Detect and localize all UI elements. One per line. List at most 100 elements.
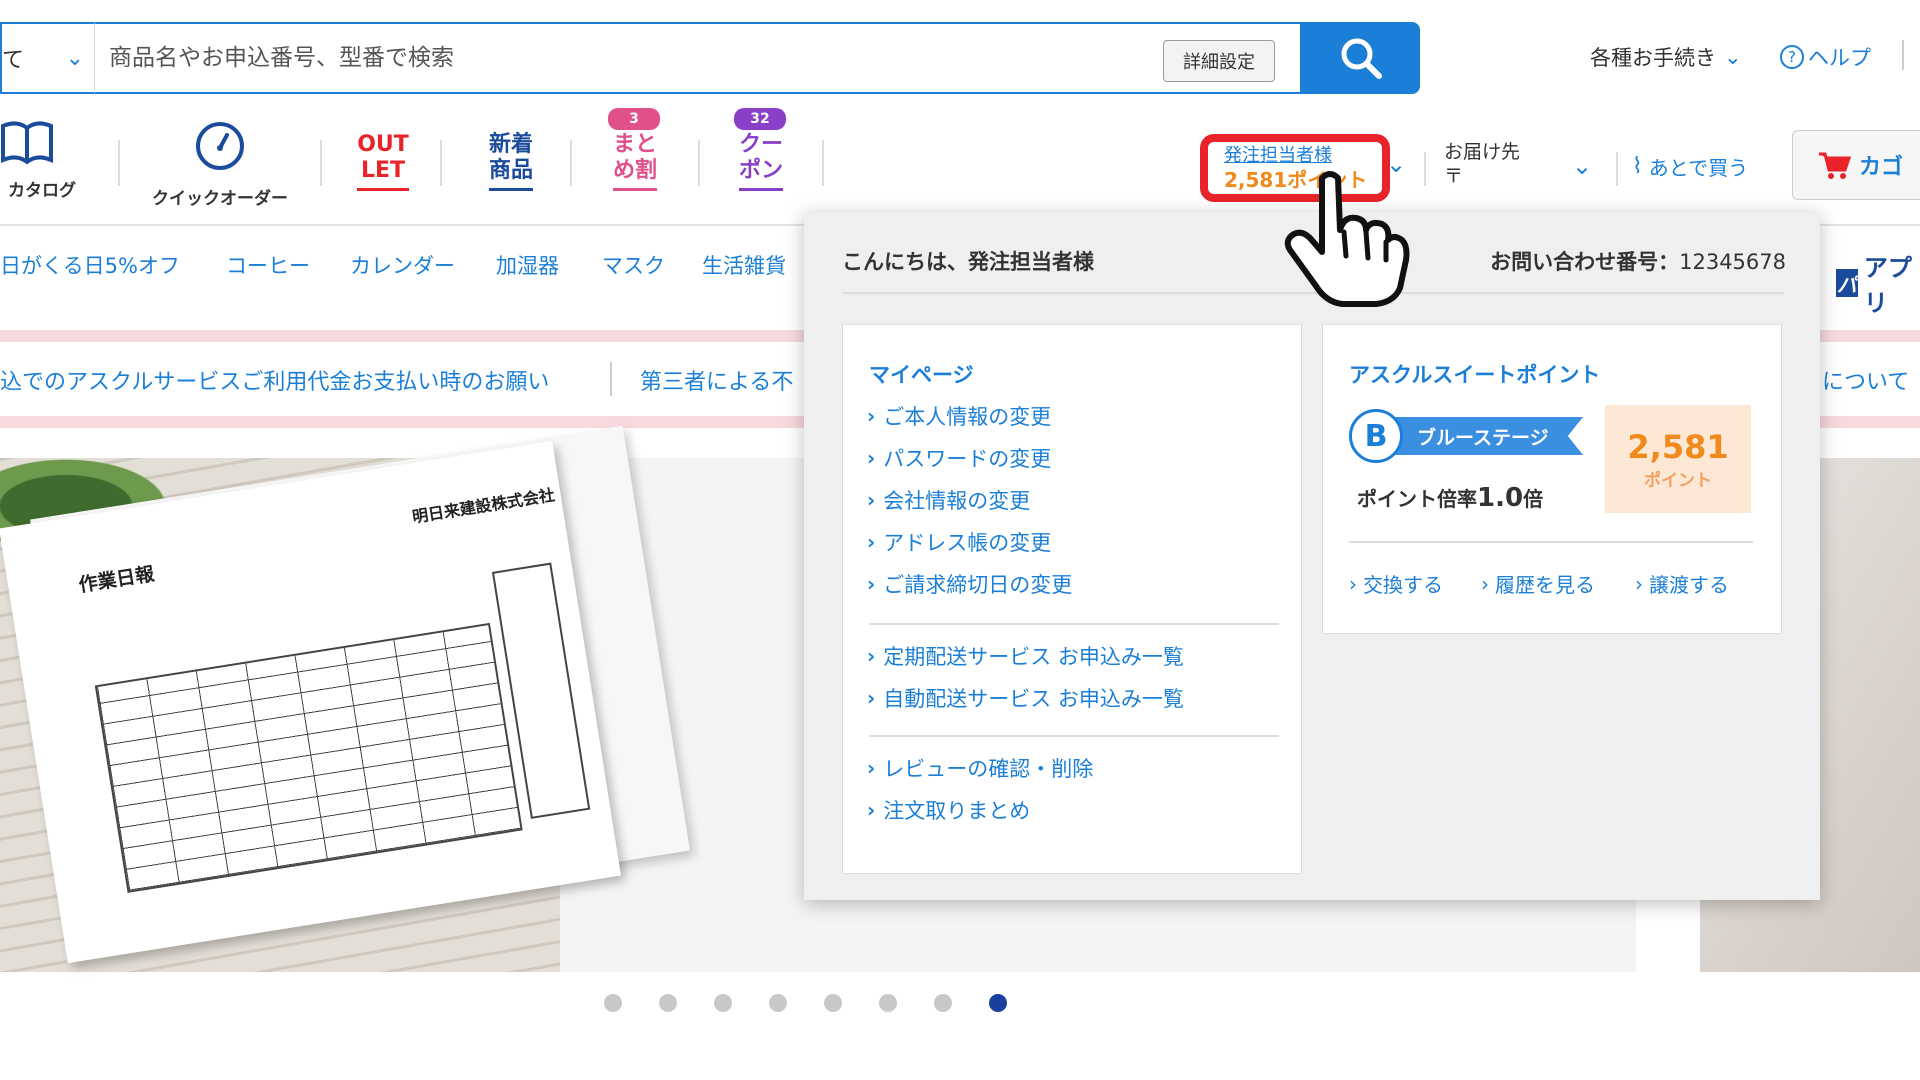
chevron-right-icon: › [867, 446, 876, 470]
carousel-dot[interactable] [604, 994, 622, 1012]
procedures-menu[interactable]: 各種お手続き ⌄ [1590, 42, 1742, 72]
mypage-link[interactable]: › 注文取りまとめ [867, 795, 1030, 825]
category-link[interactable]: コーヒー [226, 250, 310, 280]
divider [1424, 152, 1426, 186]
paperclip-icon: ⌇ [1632, 154, 1643, 179]
carousel-dot[interactable] [989, 994, 1007, 1012]
category-link[interactable]: 生活雑貨 [702, 250, 786, 280]
rate-value: 1.0 [1477, 483, 1524, 513]
notice-link[interactable]: 込でのアスクルサービスご利用代金お支払い時のお願い [0, 364, 549, 396]
nav-catalog[interactable]: カタログ [0, 120, 84, 201]
cart-button[interactable]: カゴ [1792, 130, 1920, 200]
points-link-label: 譲渡する [1649, 573, 1729, 597]
delivery-postal: 〒 [1444, 165, 1464, 187]
help-link[interactable]: ? ヘルプ [1780, 42, 1871, 72]
mypage-link[interactable]: › 定期配送サービス お申込み一覧 [867, 641, 1184, 671]
points-history-link[interactable]: › 履歴を見る [1481, 569, 1595, 598]
mypage-panel: マイページ › ご本人情報の変更 › パスワードの変更 › 会社情報の変更 › アドレス… [842, 324, 1302, 874]
mypage-link[interactable]: › ご請求締切日の変更 [867, 569, 1072, 599]
points-transfer-link[interactable]: › 譲渡する [1635, 569, 1729, 598]
chevron-right-icon: › [867, 488, 876, 512]
mypage-link-label: ご本人情報の変更 [883, 405, 1052, 429]
coupon-badge: 32 [734, 108, 786, 130]
notice-link[interactable]: 第三者による不 [640, 364, 793, 396]
chevron-right-icon: › [867, 798, 876, 822]
advanced-search-button[interactable]: 詳細設定 [1163, 40, 1275, 82]
book-icon [1, 121, 53, 165]
mypage-link-label: 注文取りまとめ [883, 799, 1031, 823]
mypage-link[interactable]: › パスワードの変更 [867, 443, 1051, 473]
account-dropdown: こんにちは、発注担当者様 お問い合わせ番号：12345678 マイページ › ご本… [804, 212, 1820, 900]
points-title: アスクルスイートポイント [1349, 363, 1601, 387]
new-line2: 商品 [488, 158, 533, 183]
mypage-link[interactable]: › アドレス帳の変更 [867, 527, 1051, 557]
app-icon: パ [1836, 269, 1858, 297]
category-link[interactable]: 日がくる日5%オフ [0, 250, 180, 280]
bulk-discount-badge: 3 [608, 108, 660, 130]
divider [118, 140, 120, 186]
divider [320, 140, 322, 186]
divider [1616, 152, 1618, 186]
carousel-dot[interactable] [879, 994, 897, 1012]
points-exchange-link[interactable]: › 交換する [1349, 569, 1443, 598]
nav-quick-order[interactable]: クイックオーダー [140, 120, 300, 209]
nav-coupon[interactable]: クー ポン [728, 132, 794, 191]
divider [822, 140, 824, 186]
carousel-dot[interactable] [769, 994, 787, 1012]
notice-link[interactable]: について [1822, 364, 1909, 396]
buy-later-link[interactable]: ⌇ あとで買う [1632, 152, 1748, 181]
delivery-address[interactable]: お届け先 〒 [1444, 140, 1554, 188]
chevron-right-icon: › [867, 530, 876, 554]
divider [1902, 40, 1904, 70]
form-table [94, 622, 523, 893]
mypage-link-label: 定期配送サービス お申込み一覧 [883, 645, 1184, 669]
chevron-down-icon: ⌄ [1724, 45, 1742, 69]
points-rate: ポイント倍率1.0倍 [1357, 483, 1543, 513]
chevron-right-icon: › [867, 404, 876, 428]
mypage-link[interactable]: › ご本人情報の変更 [867, 401, 1051, 431]
outlet-line1: OUT [357, 132, 409, 157]
stage-label: ブルーステージ [1393, 417, 1583, 455]
points-link-label: 交換する [1363, 573, 1443, 597]
category-link[interactable]: マスク [602, 250, 665, 280]
chevron-down-icon[interactable]: ⌄ [1572, 152, 1592, 180]
chevron-right-icon: › [867, 756, 876, 780]
user-name: 発注担当者様 [1224, 145, 1332, 166]
bulk-line2: め割 [612, 158, 657, 183]
search-button[interactable] [1302, 22, 1420, 94]
inquiry-label: お問い合わせ番号： [1490, 250, 1680, 274]
inquiry-number: お問い合わせ番号：12345678 [1490, 246, 1786, 276]
chevron-down-icon: ⌄ [65, 45, 84, 71]
chevron-right-icon: › [867, 686, 876, 710]
search-input[interactable] [109, 40, 1109, 76]
mypage-link[interactable]: › レビューの確認・削除 [867, 753, 1093, 783]
mypage-link-label: 自動配送サービス お申込み一覧 [883, 687, 1184, 711]
delivery-label: お届け先 [1444, 141, 1521, 163]
cart-icon [1819, 152, 1851, 179]
carousel-dot[interactable] [824, 994, 842, 1012]
greeting: こんにちは、発注担当者様 [842, 250, 1094, 274]
divider [869, 623, 1279, 625]
nav-bulk-discount[interactable]: まと め割 [602, 132, 668, 191]
form-image: 作業日報 明日来建設株式会社 [0, 440, 621, 964]
carousel-dot[interactable] [934, 994, 952, 1012]
search-icon [1341, 38, 1382, 79]
nav-new-products[interactable]: 新着 商品 [478, 132, 544, 191]
app-link[interactable]: パ アプリ [1836, 248, 1920, 318]
category-select[interactable]: て ⌄ [0, 22, 94, 94]
carousel-dot[interactable] [714, 994, 732, 1012]
carousel-dot[interactable] [659, 994, 677, 1012]
chevron-right-icon: › [1635, 571, 1643, 596]
procedures-label: 各種お手続き [1590, 46, 1716, 70]
nav-outlet[interactable]: OUT LET [350, 132, 416, 191]
bulk-line1: まと [612, 132, 657, 157]
category-link[interactable]: 加湿器 [496, 250, 559, 280]
mypage-link[interactable]: › 会社情報の変更 [867, 485, 1030, 515]
advanced-search-label: 詳細設定 [1183, 52, 1255, 73]
mypage-link[interactable]: › 自動配送サービス お申込み一覧 [867, 683, 1184, 713]
category-link[interactable]: カレンダー [350, 250, 455, 280]
new-products-logo: 新着 商品 [488, 132, 533, 191]
buy-later-label: あとで買う [1648, 156, 1749, 180]
points-unit: ポイント [1644, 470, 1712, 491]
mypage-link-label: ご請求締切日の変更 [883, 573, 1073, 597]
